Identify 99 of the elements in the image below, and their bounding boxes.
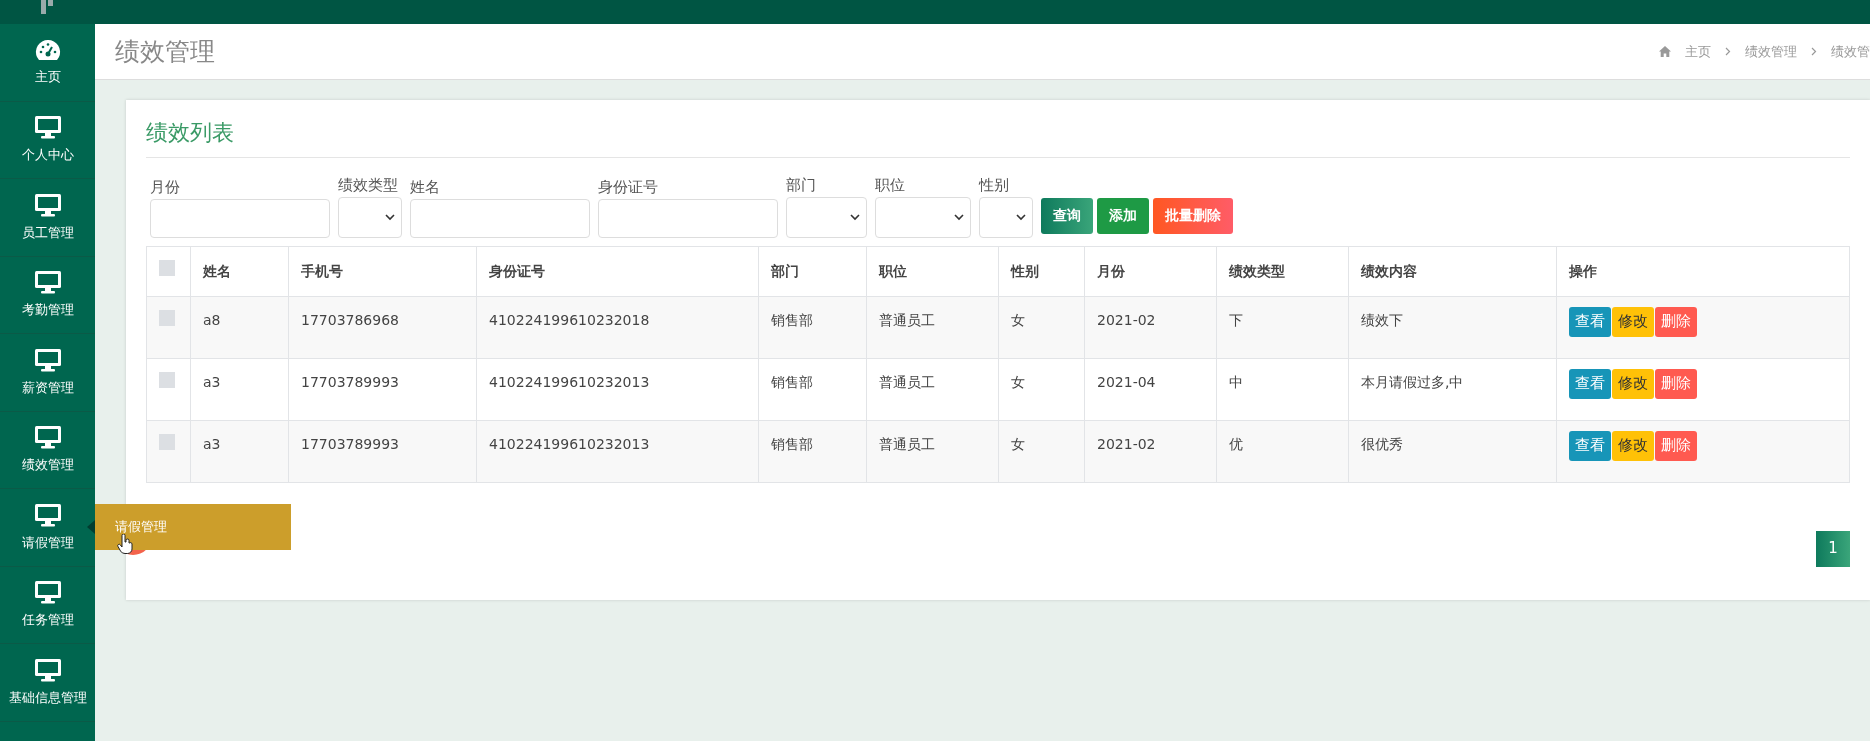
column-header: 职位 bbox=[879, 262, 907, 279]
table-cell: 绩效下 bbox=[1361, 311, 1403, 328]
sidebar-label: 基础信息管理 bbox=[8, 688, 87, 707]
table-cell: 普通员工 bbox=[879, 311, 935, 328]
filter-label: 部门 bbox=[786, 175, 817, 196]
table-cell: 2021-04 bbox=[1097, 373, 1156, 390]
chevron-right-icon bbox=[1811, 47, 1817, 56]
filter-label: 性别 bbox=[979, 175, 1010, 196]
view-button[interactable]: 查看 bbox=[1569, 306, 1611, 337]
table-cell: 17703789993 bbox=[301, 373, 399, 390]
table-cell: 17703789993 bbox=[301, 435, 399, 452]
breadcrumb-link[interactable]: 绩效管理 bbox=[1745, 41, 1797, 62]
table-cell: 女 bbox=[1011, 311, 1025, 328]
delete-button[interactable]: 删除 bbox=[1655, 368, 1697, 399]
table-cell: a3 bbox=[203, 373, 221, 390]
edit-button[interactable]: 修改 bbox=[1612, 430, 1654, 461]
table-cell: 优 bbox=[1229, 435, 1243, 452]
dashboard-icon bbox=[34, 38, 61, 61]
table-cell: 410224199610232018 bbox=[489, 311, 650, 328]
page-title: 绩效管理 bbox=[115, 35, 215, 68]
tooltip-text: 请假管理 bbox=[115, 518, 167, 537]
monitor-icon bbox=[33, 270, 62, 294]
edit-button[interactable]: 修改 bbox=[1612, 368, 1654, 399]
row-checkbox[interactable] bbox=[159, 309, 175, 326]
table-cell: 女 bbox=[1011, 373, 1025, 390]
delete-button[interactable]: 批量删除 bbox=[1153, 197, 1233, 234]
breadcrumb-link[interactable]: 绩效管 bbox=[1831, 41, 1870, 62]
delete-button[interactable]: 删除 bbox=[1655, 430, 1697, 461]
filter-label: 姓名 bbox=[410, 177, 441, 198]
view-button[interactable]: 查看 bbox=[1569, 430, 1611, 461]
monitor-icon bbox=[33, 192, 62, 217]
sidebar-label: 绩效管理 bbox=[21, 456, 74, 474]
table-cell: 本月请假过多,中 bbox=[1361, 373, 1464, 390]
card-title: 绩效列表 bbox=[146, 116, 1850, 158]
column-header: 姓名 bbox=[203, 262, 231, 279]
row-checkbox[interactable] bbox=[159, 371, 175, 388]
filter-label: 身份证号 bbox=[598, 177, 659, 198]
sidebar-label: 个人中心 bbox=[21, 146, 74, 164]
table-cell: 普通员工 bbox=[879, 373, 935, 390]
table-cell: 销售部 bbox=[771, 311, 813, 328]
chevron-right-icon bbox=[1725, 47, 1731, 56]
table-cell: 销售部 bbox=[771, 373, 813, 390]
column-header: 性别 bbox=[1011, 262, 1039, 279]
row-checkbox[interactable] bbox=[159, 433, 175, 450]
column-header: 操作 bbox=[1569, 262, 1597, 279]
chevron-down-icon bbox=[850, 213, 860, 221]
table-cell: 410224199610232013 bbox=[489, 435, 650, 452]
home-icon bbox=[1659, 46, 1671, 57]
monitor-icon bbox=[33, 580, 62, 604]
monitor-icon bbox=[33, 657, 62, 682]
select-field[interactable] bbox=[338, 196, 402, 238]
text-field[interactable] bbox=[598, 198, 778, 238]
text-field[interactable] bbox=[410, 198, 590, 238]
table-cell: a3 bbox=[203, 435, 221, 452]
select-field[interactable] bbox=[875, 196, 971, 238]
filter-label: 月份 bbox=[150, 177, 181, 198]
edit-button[interactable]: 修改 bbox=[1612, 306, 1654, 337]
sidebar-label: 考勤管理 bbox=[21, 301, 74, 319]
sidebar-label: 主页 bbox=[34, 67, 61, 86]
page-button[interactable]: 1 bbox=[1816, 530, 1850, 567]
table-cell: 女 bbox=[1011, 435, 1025, 452]
sidebar-label: 员工管理 bbox=[21, 223, 74, 242]
sidebar-label: 请假管理 bbox=[21, 533, 74, 552]
table-cell: 410224199610232013 bbox=[489, 373, 650, 390]
select-field[interactable] bbox=[786, 196, 867, 238]
table-cell: 普通员工 bbox=[879, 435, 935, 452]
text-field[interactable] bbox=[150, 198, 330, 238]
column-header: 月份 bbox=[1097, 262, 1125, 279]
column-header: 身份证号 bbox=[489, 262, 545, 279]
search-button[interactable]: 查询 bbox=[1041, 197, 1093, 234]
column-header: 手机号 bbox=[301, 262, 343, 279]
sidebar-label: 任务管理 bbox=[21, 611, 74, 629]
table-cell: 下 bbox=[1229, 311, 1243, 328]
table-cell: a8 bbox=[203, 311, 221, 328]
add-button[interactable]: 添加 bbox=[1097, 197, 1149, 234]
view-button[interactable]: 查看 bbox=[1569, 368, 1611, 399]
table-cell: 2021-02 bbox=[1097, 311, 1156, 328]
breadcrumb-link[interactable]: 主页 bbox=[1685, 41, 1711, 62]
select-all-checkbox[interactable] bbox=[159, 260, 175, 277]
table-cell: 很优秀 bbox=[1361, 435, 1403, 452]
chevron-down-icon bbox=[1016, 213, 1026, 221]
column-header: 绩效内容 bbox=[1361, 262, 1417, 279]
table-cell: 中 bbox=[1229, 373, 1243, 390]
monitor-icon bbox=[33, 425, 62, 449]
monitor-icon bbox=[33, 502, 62, 527]
monitor-icon bbox=[33, 347, 62, 372]
sidebar-label: 薪资管理 bbox=[21, 378, 74, 397]
monitor-icon bbox=[33, 115, 62, 139]
column-header: 绩效类型 bbox=[1229, 262, 1285, 279]
column-header: 部门 bbox=[771, 262, 799, 279]
filter-label: 职位 bbox=[875, 175, 906, 196]
table-cell: 销售部 bbox=[771, 435, 813, 452]
table-cell: 17703786968 bbox=[301, 311, 399, 328]
filter-label: 绩效类型 bbox=[338, 175, 399, 196]
delete-button[interactable]: 删除 bbox=[1655, 306, 1697, 337]
chevron-down-icon bbox=[385, 213, 395, 221]
select-field[interactable] bbox=[979, 196, 1033, 238]
table-cell: 2021-02 bbox=[1097, 435, 1156, 452]
chevron-down-icon bbox=[954, 213, 964, 221]
